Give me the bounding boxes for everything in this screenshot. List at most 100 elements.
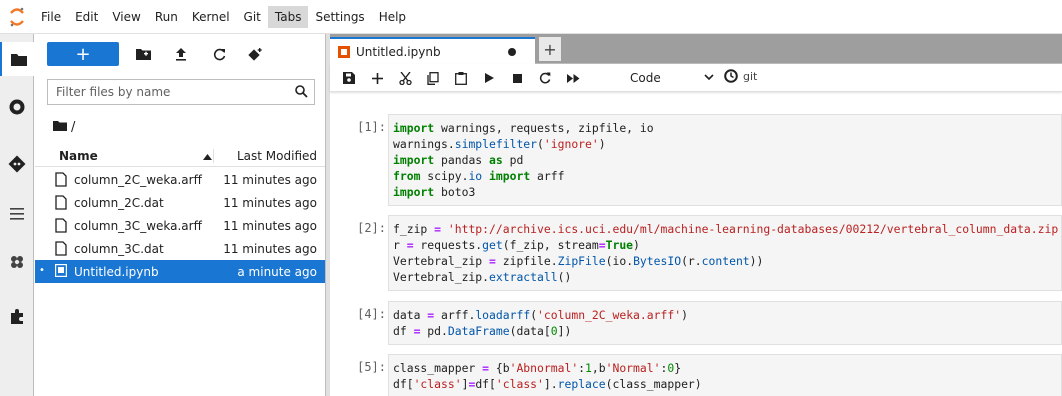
left-activity-bar — [0, 34, 35, 396]
tab-title: Untitled.ipynb — [356, 44, 441, 59]
cell-editor[interactable]: class_mapper = {b'Abnormal':1,b'Normal':… — [388, 354, 1062, 396]
file-name: Untitled.ipynb — [74, 264, 159, 279]
fast-forward-icon[interactable] — [562, 68, 584, 88]
cell-prompt: [4]: — [357, 307, 386, 321]
running-kernels-icon[interactable] — [0, 90, 34, 124]
tab-bar: Untitled.ipynb + — [330, 34, 1062, 64]
cut-icon[interactable] — [394, 68, 416, 88]
filter-files-box — [47, 79, 315, 105]
code-line: df['class']=df['class'].replace(class_ma… — [393, 377, 702, 391]
paste-icon[interactable] — [450, 68, 472, 88]
unsaved-dot-icon[interactable] — [508, 48, 516, 56]
code-line: class_mapper = {b'Abnormal':1,b'Normal':… — [393, 361, 682, 375]
code-line: Vertebral_zip.extractall() — [393, 270, 572, 284]
file-name: column_2C_weka.arff — [74, 172, 202, 187]
file-name: column_2C.dat — [74, 195, 164, 210]
code-line: import pandas as pd — [393, 153, 524, 167]
menu-git[interactable]: Git — [237, 6, 268, 28]
file-browser-toolbar: + — [35, 34, 325, 74]
code-line: warnings.simplefilter('ignore') — [393, 137, 606, 151]
cell-prompt: [2]: — [357, 221, 386, 235]
extension-brain-icon[interactable] — [0, 245, 34, 279]
cell-type-value: Code — [630, 71, 661, 85]
cell-type-select[interactable]: Code — [630, 69, 661, 87]
code-line: import boto3 — [393, 185, 476, 199]
file-list: column_2C_weka.arff 11 minutes ago colum… — [35, 168, 325, 283]
root-folder-icon[interactable] — [53, 120, 67, 135]
menu-settings[interactable]: Settings — [308, 6, 371, 28]
sort-ascending-icon[interactable] — [203, 149, 212, 163]
restart-kernel-icon[interactable] — [534, 68, 556, 88]
cell-editor[interactable]: data = arff.loadarff('column_2C_weka.arf… — [388, 301, 1062, 345]
code-line: df = pd.DataFrame(data[0]) — [393, 324, 572, 338]
notebook-icon — [55, 264, 68, 279]
cell-prompt: [1]: — [357, 120, 386, 134]
file-modified: a minute ago — [237, 264, 317, 279]
file-row-column-2c-weka-arff[interactable]: column_2C_weka.arff 11 minutes ago — [35, 168, 325, 191]
breadcrumb-root[interactable]: / — [71, 120, 75, 135]
file-modified: 11 minutes ago — [223, 172, 317, 187]
file-browser-panel: + / Name Last Modified — [35, 34, 325, 396]
file-row-column-2c-dat[interactable]: column_2C.dat 11 minutes ago — [35, 191, 325, 214]
insert-cell-icon[interactable] — [366, 68, 388, 88]
menu-help[interactable]: Help — [372, 6, 413, 28]
code-line: f_zip = 'http://archive.ics.uci.edu/ml/m… — [393, 222, 1062, 236]
menubar: File Edit View Run Kernel Git Tabs Setti… — [0, 0, 1062, 34]
file-name: column_3C_weka.arff — [74, 218, 202, 233]
jupyter-logo-icon — [0, 0, 34, 34]
name-column-header[interactable]: Name — [59, 149, 98, 163]
table-of-contents-icon[interactable] — [0, 197, 34, 231]
git-icon[interactable] — [0, 147, 34, 181]
tab-untitled-ipynb[interactable]: Untitled.ipynb — [330, 37, 535, 64]
file-row-column-3c-weka-arff[interactable]: column_3C_weka.arff 11 minutes ago — [35, 214, 325, 237]
menu-file[interactable]: File — [34, 6, 68, 28]
save-icon[interactable] — [338, 68, 360, 88]
new-launcher-button[interactable]: + — [47, 42, 119, 66]
file-icon — [55, 218, 67, 233]
file-modified: 11 minutes ago — [223, 195, 317, 210]
run-icon[interactable] — [478, 68, 500, 88]
folder-icon[interactable] — [0, 42, 35, 76]
file-row-column-3c-dat[interactable]: column_3C.dat 11 minutes ago — [35, 237, 325, 260]
file-list-header: Name Last Modified — [35, 145, 325, 167]
search-icon — [295, 85, 308, 101]
copy-icon[interactable] — [422, 68, 444, 88]
extension-manager-icon[interactable] — [0, 299, 34, 333]
git-clone-icon[interactable] — [241, 42, 269, 66]
upload-icon[interactable] — [167, 42, 195, 66]
file-modified: 11 minutes ago — [223, 241, 317, 256]
clock-icon[interactable] — [724, 69, 738, 86]
menu-tabs[interactable]: Tabs — [267, 5, 309, 28]
new-tab-button[interactable]: + — [539, 37, 561, 61]
stop-icon[interactable] — [506, 68, 528, 88]
code-line: import warnings, requests, zipfile, io — [393, 121, 654, 135]
breadcrumb: / — [53, 120, 75, 135]
code-line: r = requests.get(f_zip, stream=True) — [393, 238, 640, 252]
file-row-untitled-ipynb[interactable]: • Untitled.ipynb a minute ago — [35, 260, 325, 283]
cell-editor[interactable]: import warnings, requests, zipfile, io wa… — [388, 114, 1062, 206]
refresh-icon[interactable] — [205, 42, 233, 66]
running-indicator: • — [39, 265, 45, 276]
cell-editor[interactable]: f_zip = 'http://archive.ics.uci.edu/ml/m… — [388, 215, 1062, 291]
file-icon — [55, 195, 67, 210]
menu-run[interactable]: Run — [148, 6, 185, 28]
file-name: column_3C.dat — [74, 241, 164, 256]
new-folder-icon[interactable] — [129, 42, 157, 66]
file-icon — [55, 241, 67, 256]
notebook-dock: Untitled.ipynb + Code git [1]: import wa… — [330, 34, 1062, 396]
code-line: from scipy.io import arff — [393, 169, 565, 183]
filter-files-input[interactable] — [56, 85, 280, 99]
file-icon — [55, 172, 67, 187]
last-modified-column-header[interactable]: Last Modified — [213, 148, 317, 163]
file-modified: 11 minutes ago — [223, 218, 317, 233]
code-line: data = arff.loadarff('column_2C_weka.arf… — [393, 308, 688, 322]
menu-edit[interactable]: Edit — [68, 6, 105, 28]
notebook-toolbar: Code git — [330, 64, 1062, 92]
git-diff-label[interactable]: git — [743, 70, 757, 83]
cell-prompt: [5]: — [357, 360, 386, 374]
menu-view[interactable]: View — [105, 6, 147, 28]
menu-kernel[interactable]: Kernel — [185, 6, 237, 28]
notebook-icon — [338, 46, 350, 61]
notebook-cells: [1]: import warnings, requests, zipfile,… — [330, 92, 1062, 396]
chevron-down-icon[interactable] — [704, 70, 714, 84]
